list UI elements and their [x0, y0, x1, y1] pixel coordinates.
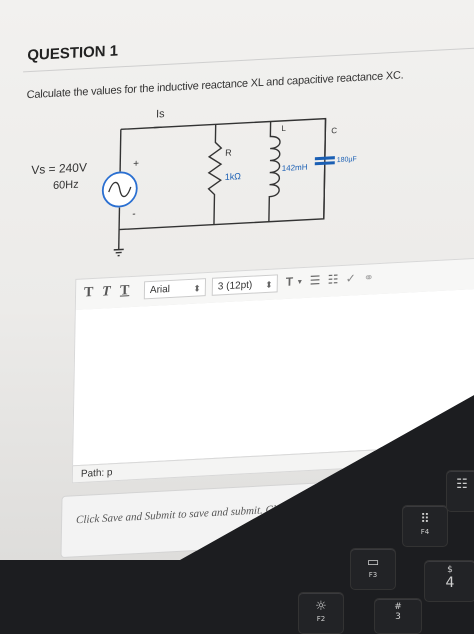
font-family-select[interactable]: Arial ⬍	[144, 278, 206, 299]
launchpad-icon: ⠿	[403, 512, 447, 527]
question-title: QUESTION 1	[27, 42, 118, 64]
font-family-value: Arial	[150, 284, 170, 296]
f4-label: F4	[403, 528, 447, 536]
source-frequency-label: 60Hz	[53, 179, 79, 192]
circuit-diagram: Is Vs = 240V 60Hz + - R 1kΩ L 142mH C 18…	[23, 86, 366, 284]
capacitor-value: 180µF	[337, 156, 357, 164]
dollar-symbol: $	[425, 565, 474, 575]
editor-path-label: Path: p	[81, 467, 113, 480]
current-label: Is	[156, 108, 165, 120]
capacitor-label: C	[331, 126, 337, 135]
digit-4: 4	[425, 575, 474, 591]
keyboard-light-icon: ☷	[447, 477, 474, 492]
font-size-caret-icon: ⬍	[265, 276, 273, 294]
hash-symbol: #	[375, 602, 421, 612]
text-color-caret-icon[interactable]: ▾	[298, 277, 302, 286]
mission-control-icon: ▭	[351, 555, 395, 570]
answer-editor[interactable]	[72, 288, 474, 466]
inductor-label: L	[281, 124, 286, 133]
source-plus-label: +	[133, 158, 139, 169]
bullet-list-button[interactable]: ☰	[310, 273, 321, 288]
digit-3: 3	[375, 612, 421, 622]
f2-brightness-key[interactable]: ☼ F2	[298, 592, 344, 634]
resistor-label: R	[225, 148, 232, 158]
key-4[interactable]: $ 4	[424, 560, 474, 602]
source-minus-label: -	[132, 209, 136, 220]
numbered-list-button[interactable]: ☷	[328, 272, 339, 287]
italic-text-button[interactable]: T	[102, 284, 111, 300]
key-3[interactable]: # 3	[374, 598, 422, 634]
browser-screen: QUESTION 1 Calculate the values for the …	[0, 0, 474, 560]
brightness-icon: ☼	[299, 599, 343, 614]
bold-text-button[interactable]: T	[84, 285, 94, 302]
capacitor-plate-bottom	[315, 161, 335, 165]
link-icon[interactable]: ⚭	[364, 270, 374, 285]
f3-mission-control-key[interactable]: ▭ F3	[350, 548, 396, 590]
font-size-value: 3 (12pt)	[218, 280, 253, 293]
source-voltage-label: Vs = 240V	[31, 160, 87, 177]
text-color-button[interactable]: T	[286, 275, 294, 289]
font-family-caret-icon: ⬍	[193, 279, 201, 297]
f5-key[interactable]: ☷	[446, 470, 474, 512]
submit-instructions-text: Click Save and Submit to save and submit…	[76, 494, 457, 526]
f2-label: F2	[299, 615, 343, 623]
resistor-value: 1kΩ	[225, 171, 242, 182]
spellcheck-icon[interactable]: ✓	[346, 271, 356, 286]
inductor-value: 142mH	[282, 163, 308, 173]
underline-text-button[interactable]: T	[120, 283, 130, 300]
f3-label: F3	[351, 571, 395, 579]
font-size-select[interactable]: 3 (12pt) ⬍	[212, 274, 278, 295]
f4-launchpad-key[interactable]: ⠿ F4	[402, 505, 448, 547]
capacitor-plate-top	[315, 156, 335, 160]
